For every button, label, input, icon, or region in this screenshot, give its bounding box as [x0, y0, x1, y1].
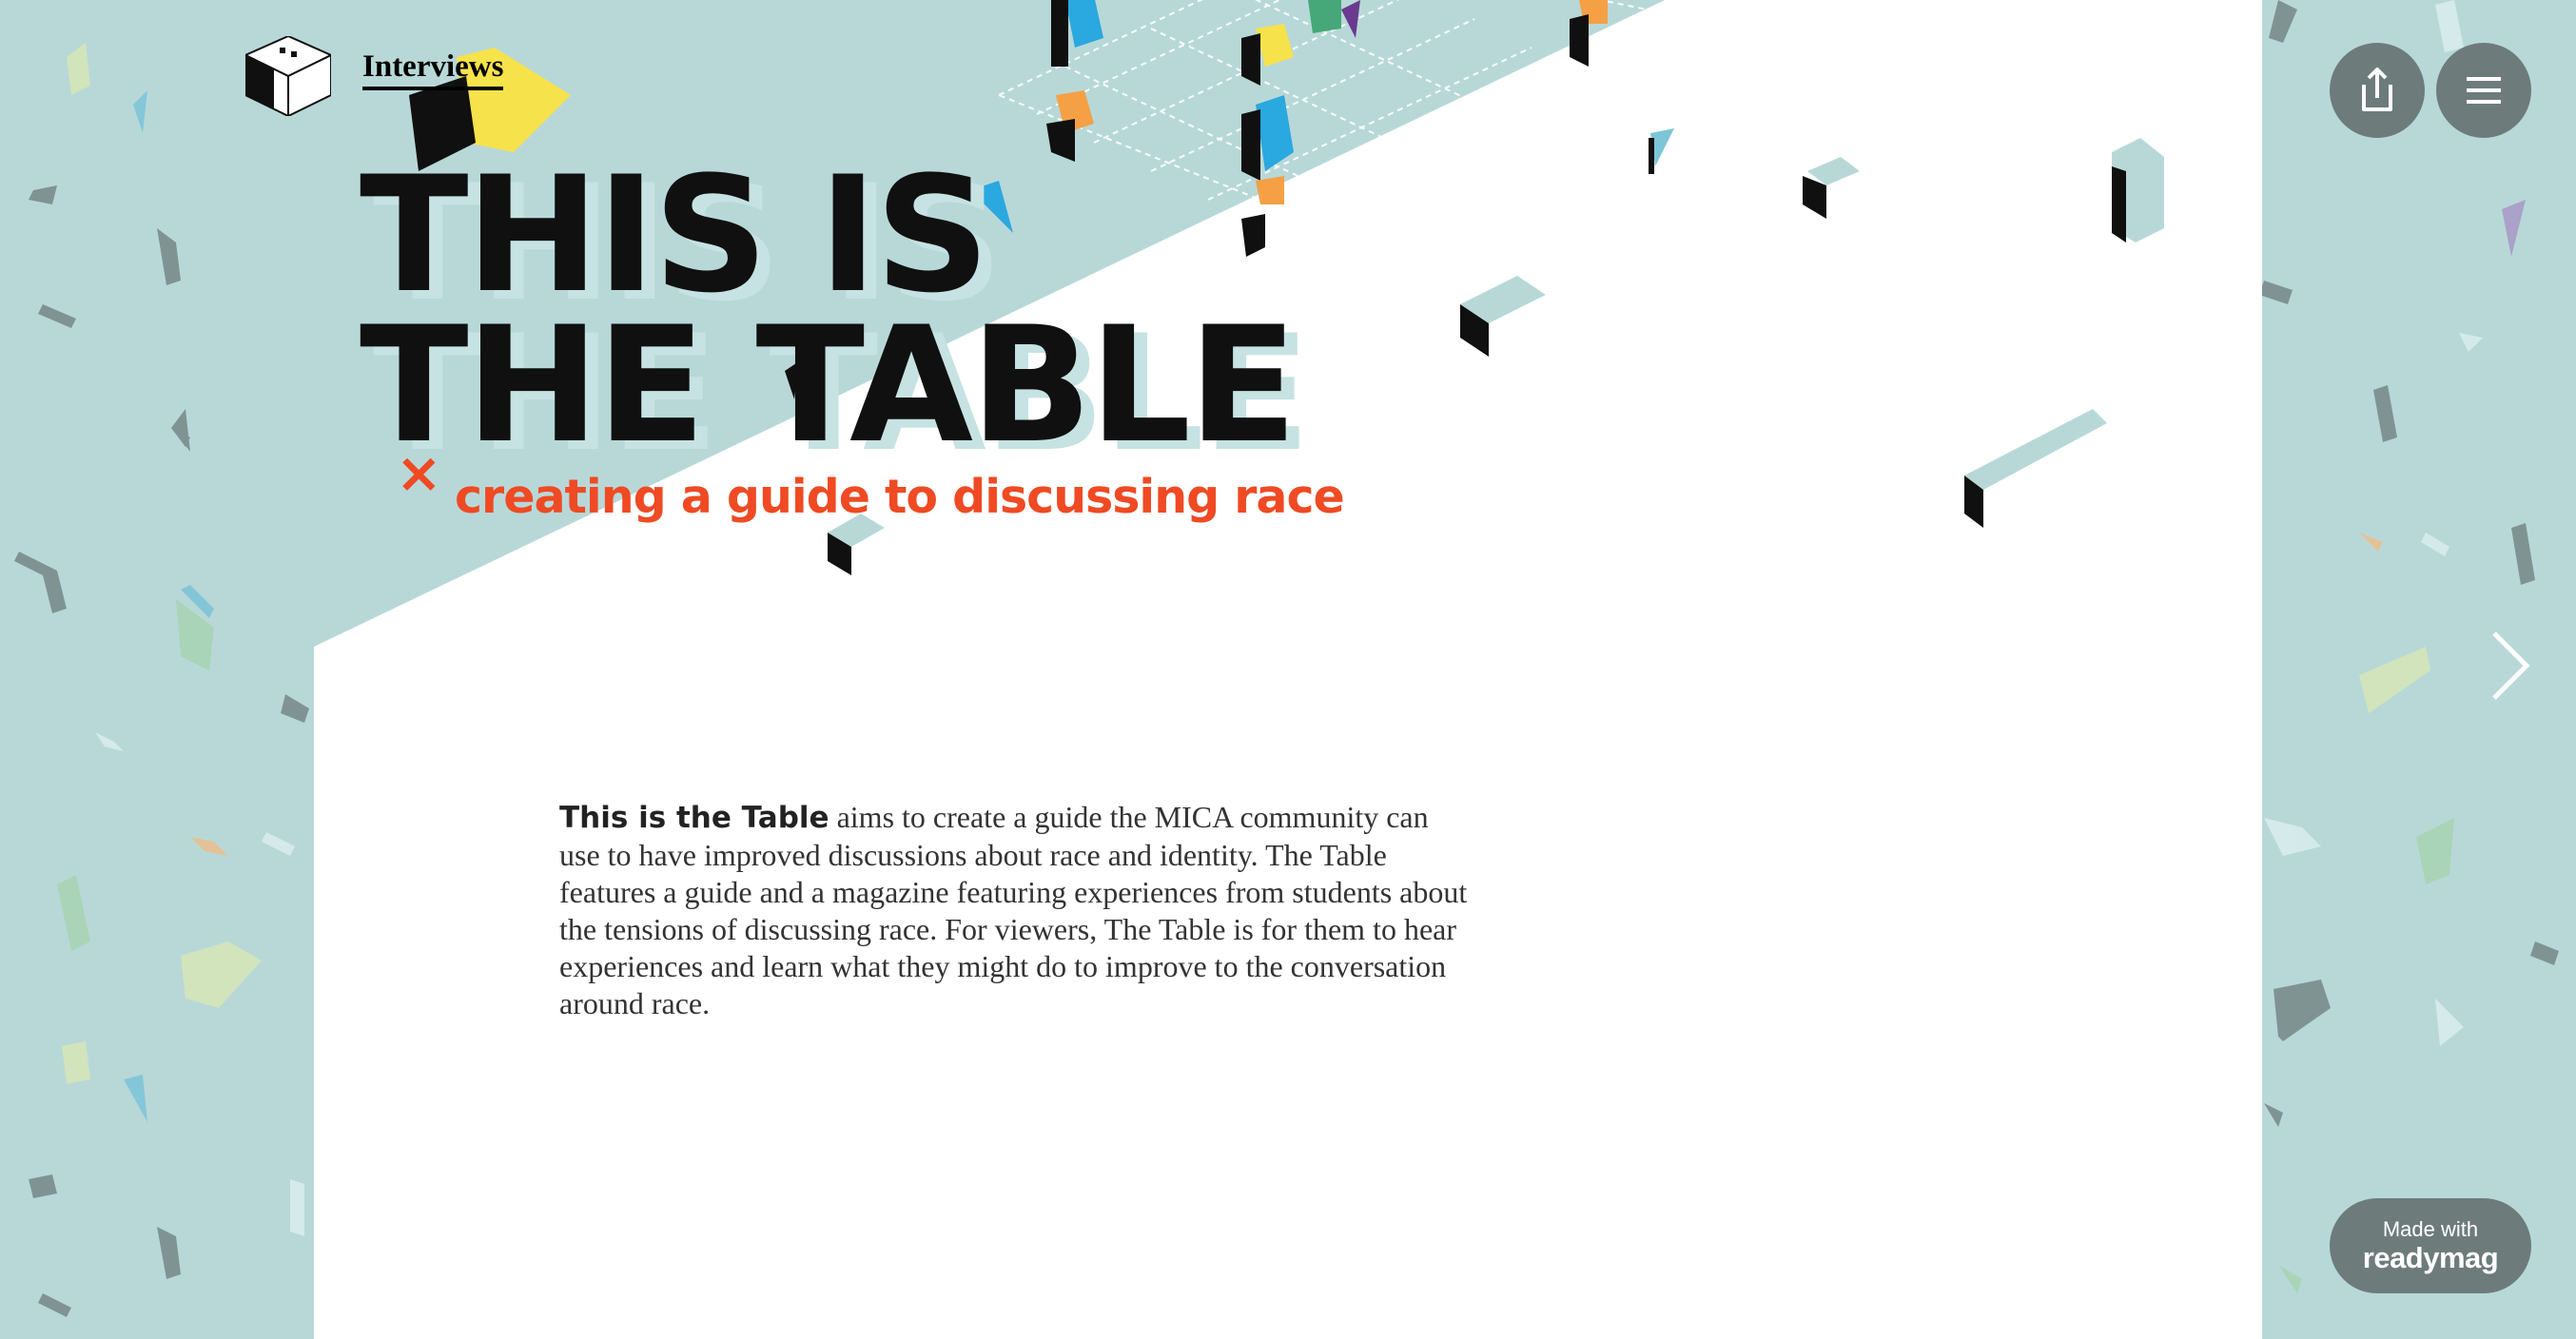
next-page-button[interactable] — [2487, 628, 2534, 704]
page-title: THIS IS THE TABLE — [360, 142, 1298, 478]
logo[interactable] — [243, 34, 334, 118]
intro-paragraph: This is the Table aims to create a guide… — [559, 799, 1473, 1022]
intro-lead: This is the Table — [559, 801, 829, 835]
page-subtitle: creating a guide to discussing race — [455, 470, 1345, 524]
hamburger-menu-icon — [2467, 77, 2501, 104]
share-button[interactable] — [2330, 43, 2425, 138]
readymag-wordmark: readymag — [2362, 1241, 2499, 1274]
nav-link-interviews[interactable]: Interviews — [362, 49, 504, 90]
menu-button[interactable] — [2436, 43, 2531, 138]
chevron-right-icon — [2492, 631, 2530, 700]
share-icon — [2362, 68, 2392, 111]
page-title-line-1: THIS IS — [360, 142, 990, 328]
page-title-line-2: THE TABLE — [360, 292, 1298, 478]
badge-caption: Made with — [2382, 1217, 2479, 1241]
box-cube-logo-icon — [243, 34, 334, 118]
made-with-readymag-badge[interactable]: Made with readymag — [2330, 1198, 2531, 1293]
x-mark-icon: × — [396, 440, 442, 505]
